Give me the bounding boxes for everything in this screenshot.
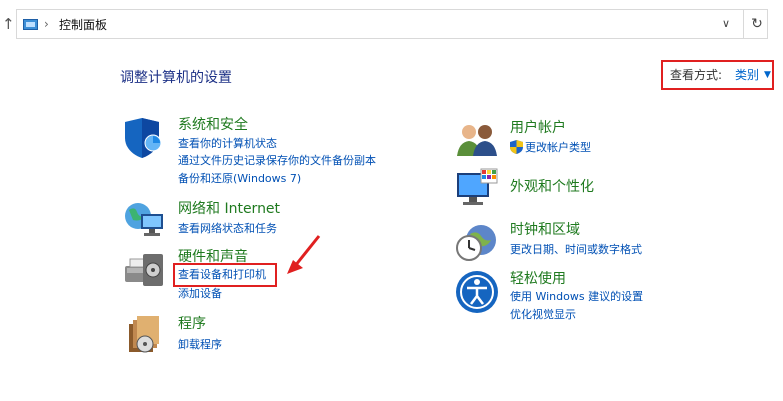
- chevron-down-icon[interactable]: ∨: [711, 10, 741, 38]
- link-change-date-time[interactable]: 更改日期、时间或数字格式: [510, 243, 642, 257]
- annotation-arrow-icon: [287, 235, 321, 274]
- link-uninstall-program[interactable]: 卸载程序: [178, 338, 222, 352]
- link-add-device[interactable]: 添加设备: [178, 287, 222, 301]
- address-box[interactable]: › 控制面板 ∨ ↻: [16, 9, 768, 39]
- page-title: 调整计算机的设置: [120, 70, 232, 86]
- category-title[interactable]: 用户帐户: [510, 119, 566, 137]
- shield-icon[interactable]: [123, 116, 167, 160]
- link-backup-restore[interactable]: 备份和还原(Windows 7): [178, 172, 301, 186]
- uac-shield-icon: [510, 140, 523, 154]
- printer-icon[interactable]: [123, 248, 167, 292]
- link-view-computer-status[interactable]: 查看你的计算机状态: [178, 137, 277, 151]
- users-icon[interactable]: [455, 118, 499, 162]
- chevron-right-icon[interactable]: ›: [44, 15, 49, 33]
- programs-icon[interactable]: [123, 314, 167, 358]
- annotation-highlight-box: [173, 263, 277, 287]
- address-bar: ↑ › 控制面板 ∨ ↻: [0, 0, 783, 48]
- view-by-value[interactable]: 类别: [735, 62, 759, 88]
- dropdown-caret-icon[interactable]: ▼: [764, 62, 771, 88]
- link-network-status[interactable]: 查看网络状态和任务: [178, 222, 277, 236]
- category-title[interactable]: 系统和安全: [178, 116, 248, 134]
- view-by-label: 查看方式:: [670, 68, 723, 82]
- up-arrow-icon[interactable]: ↑: [2, 14, 15, 34]
- control-panel-icon: [23, 19, 38, 30]
- category-title[interactable]: 外观和个性化: [510, 178, 594, 196]
- clock-globe-icon[interactable]: [455, 220, 499, 264]
- category-title[interactable]: 时钟和区域: [510, 221, 580, 239]
- breadcrumb-control-panel[interactable]: 控制面板: [59, 16, 107, 34]
- ease-of-access-icon[interactable]: [455, 270, 499, 314]
- appearance-icon[interactable]: [455, 167, 499, 211]
- network-icon[interactable]: [123, 200, 167, 244]
- refresh-icon[interactable]: ↻: [743, 10, 770, 38]
- link-optimize-display[interactable]: 优化视觉显示: [510, 308, 576, 322]
- link-file-history[interactable]: 通过文件历史记录保存你的文件备份副本: [178, 154, 376, 168]
- link-recommended-settings[interactable]: 使用 Windows 建议的设置: [510, 290, 643, 304]
- category-title[interactable]: 轻松使用: [510, 270, 566, 288]
- category-title[interactable]: 网络和 Internet: [178, 200, 280, 218]
- link-change-account-type[interactable]: 更改帐户类型: [525, 141, 591, 155]
- category-title[interactable]: 程序: [178, 315, 206, 333]
- view-by-control[interactable]: 查看方式: 类别 ▼: [661, 60, 774, 90]
